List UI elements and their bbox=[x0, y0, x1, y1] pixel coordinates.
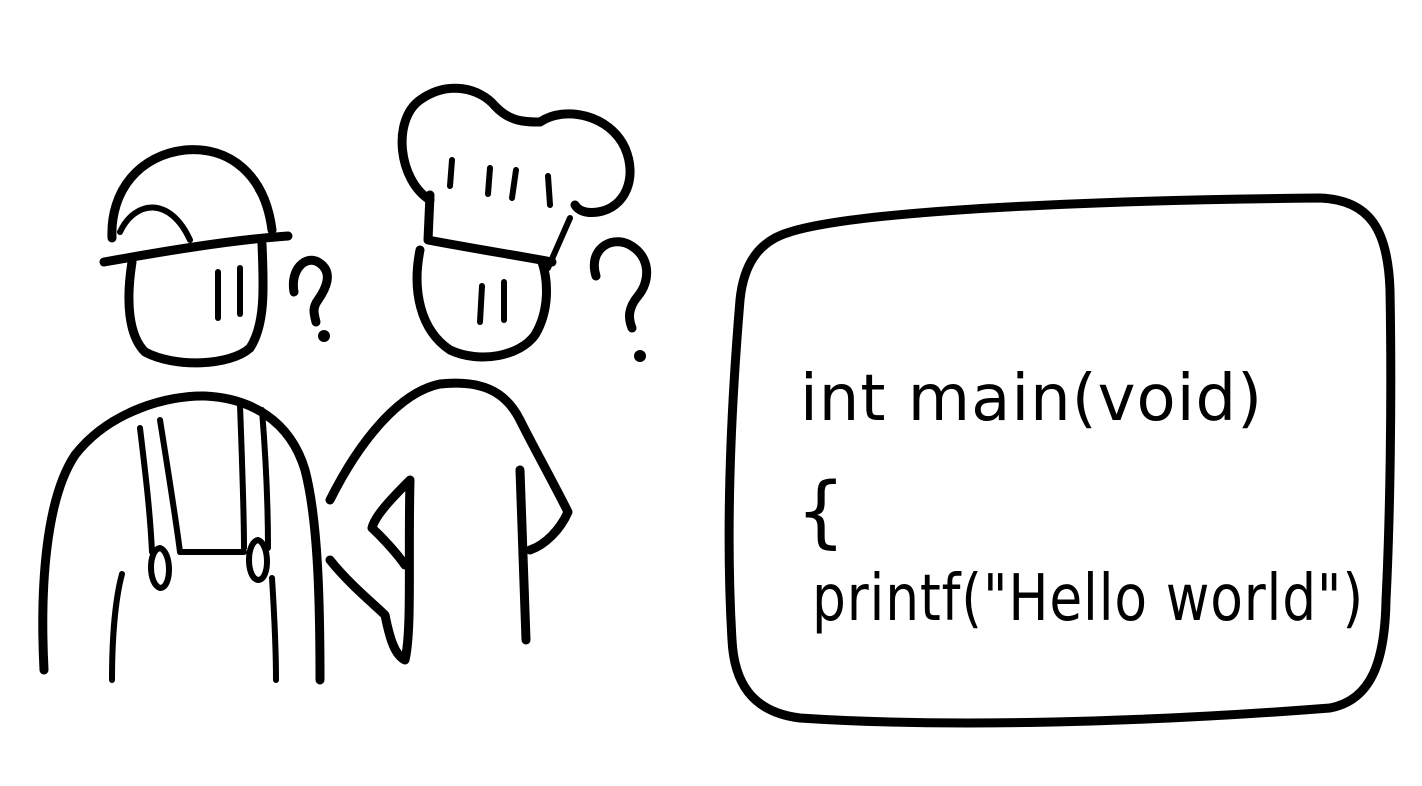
overall-strap-left-outer bbox=[137, 425, 155, 555]
code-line-2: { bbox=[796, 467, 846, 557]
code-box-frame bbox=[724, 193, 1396, 728]
question-mark-icon bbox=[288, 255, 332, 342]
chef-arm-left bbox=[325, 475, 415, 665]
chef-hat-stripe-1 bbox=[447, 157, 455, 189]
overall-side-right bbox=[269, 575, 279, 683]
chef-hat-stripe-5 bbox=[545, 215, 573, 271]
chef-eye-left bbox=[477, 283, 485, 325]
sketch-canvas: ? ? int main(void) { printf("Hello wor bbox=[38, 83, 1396, 728]
hard-hat-ridge bbox=[117, 204, 193, 243]
chef-hat-icon bbox=[397, 83, 635, 217]
code-line-3: printf("Hello world") bbox=[812, 562, 1364, 636]
chef-hat-band bbox=[423, 190, 557, 267]
overall-strap-left-inner bbox=[157, 417, 183, 555]
chef-arm-right bbox=[515, 465, 531, 645]
question-mark-icon bbox=[589, 237, 652, 362]
worker-body bbox=[38, 391, 325, 685]
chef-hat-stripe-2 bbox=[485, 165, 493, 197]
overall-button-left bbox=[148, 545, 172, 591]
chef-body bbox=[325, 378, 573, 555]
overall-button-right bbox=[246, 537, 270, 583]
overall-strap-right-inner bbox=[237, 402, 247, 551]
overall-side-left bbox=[109, 571, 125, 683]
code-line-1: int main(void) bbox=[800, 362, 1263, 436]
chef-hat-stripe-4 bbox=[545, 173, 553, 208]
overall-strap-right-outer bbox=[259, 407, 271, 551]
chef-hat-stripe-3 bbox=[509, 167, 519, 201]
chef-figure bbox=[325, 83, 635, 665]
construction-worker-figure bbox=[38, 145, 325, 685]
code-box: int main(void) { printf("Hello world") bbox=[724, 193, 1396, 728]
hard-hat-icon bbox=[107, 145, 277, 243]
